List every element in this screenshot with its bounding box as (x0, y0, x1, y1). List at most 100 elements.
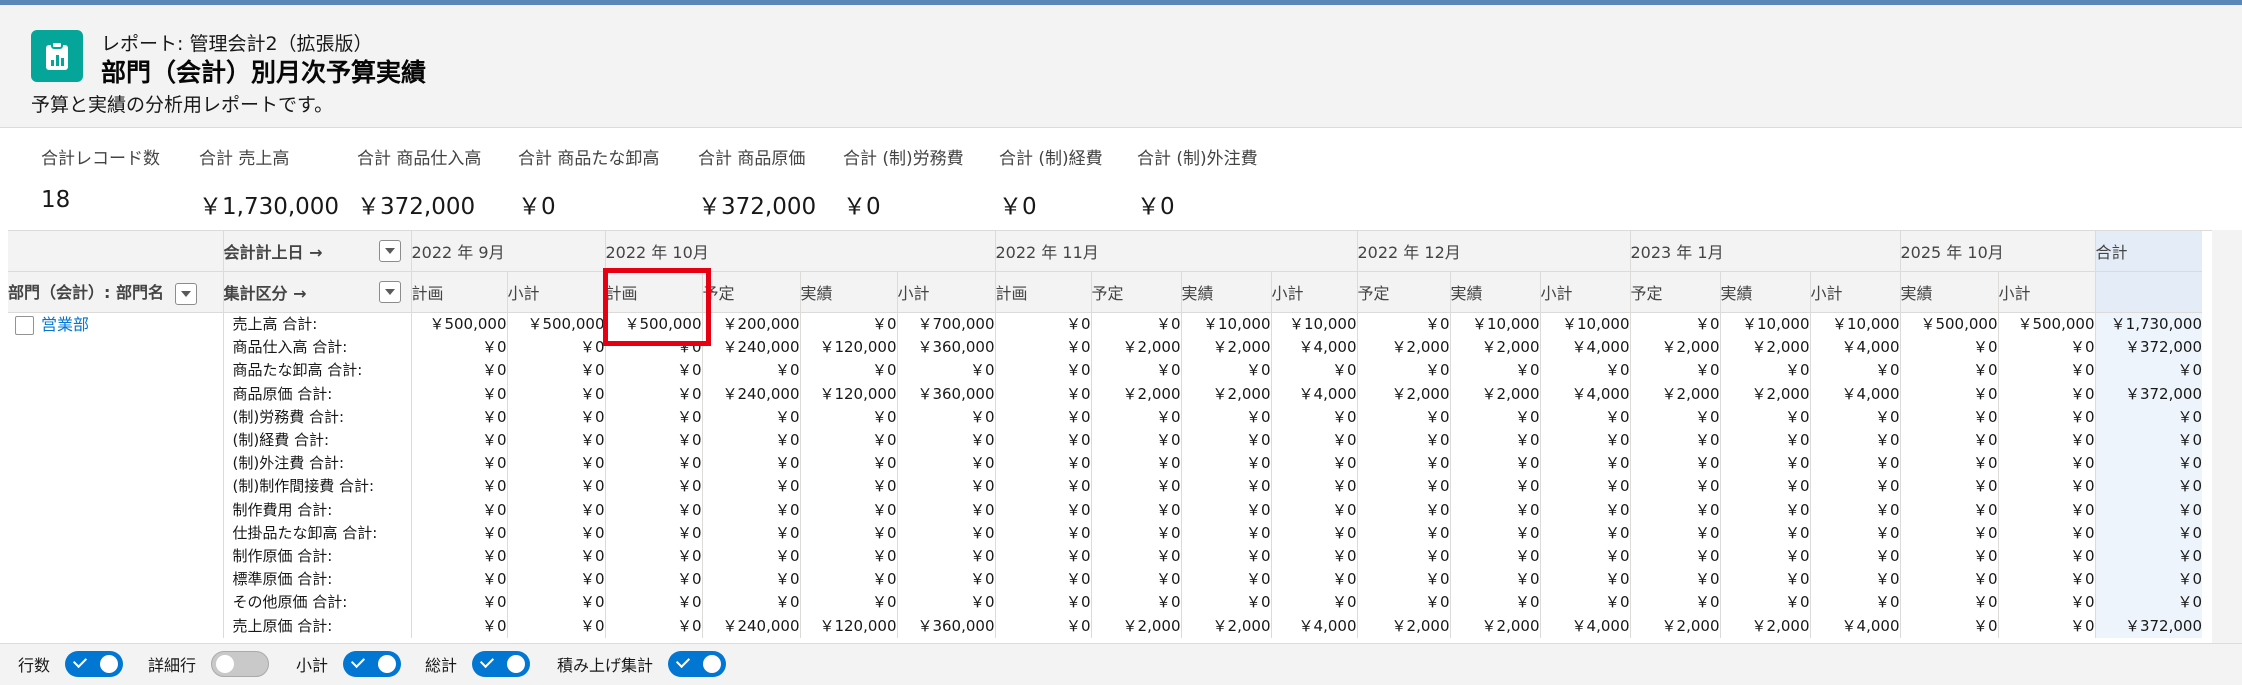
value-cell: ￥0 (701, 452, 800, 476)
value-cell: ￥2,000 (1356, 382, 1450, 406)
value-cell: ￥0 (701, 521, 800, 545)
category-grouping-dropdown-icon[interactable] (378, 281, 401, 303)
column-header[interactable]: 小計 (1539, 271, 1630, 313)
column-header[interactable]: 計画 (994, 271, 1091, 313)
value-cell: ￥0 (1449, 544, 1540, 569)
column-header[interactable]: 実績 (799, 271, 897, 313)
toggle-switch[interactable] (65, 651, 124, 677)
value-cell: ￥4,000 (1539, 382, 1630, 406)
value-cell: ￥0 (1809, 452, 1900, 476)
value-cell: ￥0 (604, 521, 702, 545)
column-header[interactable]: 小計 (1997, 271, 2095, 313)
value-cell: ￥0 (1090, 475, 1181, 499)
value-cell: ￥0 (410, 544, 507, 569)
value-cell: ￥0 (410, 614, 507, 638)
value-cell: ￥0 (506, 428, 605, 453)
value-cell: ￥0 (410, 591, 507, 615)
value-cell: ￥0 (506, 452, 605, 476)
value-cell: ￥0 (1539, 405, 1630, 429)
toggle-switch[interactable] (668, 651, 727, 677)
toggle-subtotal[interactable]: 小計 (296, 651, 402, 679)
value-cell: ￥0 (799, 498, 897, 522)
value-cell: ￥0 (1449, 591, 1540, 615)
value-cell: ￥0 (1629, 359, 1720, 383)
table-row: (制)外注費 合計: ￥0 ￥0 ￥0 ￥0 ￥0 ￥0 ￥0 ￥0 ￥0 ￥0 ￥0 ￥0 ￥0 ￥0 ￥0… (8, 452, 2202, 476)
column-header[interactable]: 計画 (410, 271, 507, 313)
toggle-switch[interactable] (472, 651, 531, 677)
value-cell: ￥0 (410, 568, 507, 592)
row-total-cell: ￥0 (2094, 359, 2202, 383)
breadcrumb: レポート: 管理会計2（拡張版） (101, 33, 373, 55)
value-cell: ￥0 (1629, 405, 1720, 429)
report-description: 予算と実績の分析用レポートです。 (31, 94, 334, 116)
value-cell: ￥0 (1270, 428, 1357, 453)
value-cell: ￥240,000 (701, 614, 800, 638)
value-cell: ￥0 (1090, 312, 1181, 337)
column-header[interactable]: 予定 (1629, 271, 1720, 313)
category-grouping-header[interactable]: 集計区分 → (222, 271, 411, 313)
column-header[interactable]: 実績 (1180, 271, 1271, 313)
column-header[interactable]: 予定 (1090, 271, 1181, 313)
column-header[interactable]: 予定 (1356, 271, 1450, 313)
value-cell: ￥0 (799, 568, 897, 592)
value-cell: ￥0 (604, 498, 702, 522)
row-label: (制)制作間接費 合計: (222, 475, 411, 499)
column-header[interactable]: 小計 (896, 271, 995, 313)
table-row: (制)経費 合計: ￥0 ￥0 ￥0 ￥0 ￥0 ￥0 ￥0 ￥0 ￥0 ￥0 ￥0 ￥0 ￥0 ￥0 ￥0 ￥… (8, 428, 2202, 453)
value-cell: ￥500,000 (506, 312, 605, 337)
toggle-switch[interactable] (343, 651, 402, 677)
value-cell: ￥0 (1356, 452, 1450, 476)
value-cell: ￥0 (994, 452, 1091, 476)
value-cell: ￥0 (1997, 336, 2095, 360)
value-cell: ￥0 (799, 544, 897, 569)
value-cell: ￥0 (604, 382, 702, 406)
row-total-cell: ￥372,000 (2094, 382, 2202, 406)
row-label: 仕掛品たな卸高 合計: (222, 521, 411, 545)
report-table-container[interactable]: 会計計上日 → 2022 年 9月 2022 年 10月 2022 年 11月 202… (8, 230, 2212, 644)
value-cell: ￥0 (1270, 498, 1357, 522)
value-cell: ￥0 (1899, 614, 1998, 638)
value-cell: ￥0 (994, 312, 1091, 337)
column-header[interactable]: 実績 (1449, 271, 1540, 313)
toggle-cumulative[interactable]: 積み上げ集計 (557, 651, 727, 679)
column-header[interactable]: 小計 (1809, 271, 1900, 313)
table-scroll-gutter[interactable] (2212, 230, 2242, 643)
value-cell: ￥0 (994, 382, 1091, 406)
toggle-row-count[interactable]: 行数 (18, 651, 124, 679)
group-checkbox[interactable] (15, 316, 34, 335)
column-header[interactable]: 予定 (701, 271, 800, 313)
column-header[interactable]: 実績 (1719, 271, 1810, 313)
row-total-cell: ￥0 (2094, 452, 2202, 476)
value-cell: ￥0 (1539, 475, 1630, 499)
value-cell: ￥0 (1449, 359, 1540, 383)
toggle-switch[interactable] (211, 651, 270, 677)
row-total-cell: ￥0 (2094, 591, 2202, 615)
month-header: 2022 年 12月 (1356, 231, 1630, 272)
group-link-sales-dept[interactable]: 営業部 (41, 315, 89, 334)
value-cell: ￥500,000 (410, 312, 507, 337)
value-cell: ￥0 (410, 359, 507, 383)
value-cell: ￥0 (1719, 568, 1810, 592)
dept-grouping-dropdown-icon[interactable] (175, 283, 198, 305)
value-cell: ￥0 (1719, 475, 1810, 499)
value-cell: ￥0 (994, 405, 1091, 429)
value-cell: ￥0 (1809, 405, 1900, 429)
value-cell: ￥0 (799, 452, 897, 476)
column-header[interactable]: 実績 (1899, 271, 1998, 313)
date-grouping-header[interactable]: 会計計上日 → (222, 231, 411, 272)
value-cell: ￥2,000 (1629, 336, 1720, 360)
value-cell: ￥2,000 (1629, 614, 1720, 638)
toggle-grand-total[interactable]: 総計 (425, 651, 531, 679)
value-cell: ￥0 (410, 336, 507, 360)
dept-grouping-header[interactable]: 部門（会計）: 部門名 (8, 271, 223, 313)
value-cell: ￥0 (1899, 428, 1998, 453)
date-grouping-dropdown-icon[interactable] (378, 240, 401, 262)
value-cell: ￥0 (1629, 568, 1720, 592)
column-header[interactable]: 小計 (1270, 271, 1357, 313)
value-cell: ￥0 (410, 452, 507, 476)
value-cell: ￥10,000 (1270, 312, 1357, 337)
toggle-detail-rows[interactable]: 詳細行 (148, 651, 270, 679)
column-header[interactable]: 小計 (506, 271, 605, 313)
value-cell: ￥0 (410, 428, 507, 453)
table-row: 商品たな卸高 合計: ￥0 ￥0 ￥0 ￥0 ￥0 ￥0 ￥0 ￥0 ￥0 ￥0 ￥0 ￥0 ￥0 ￥0 ￥0… (8, 359, 2202, 383)
